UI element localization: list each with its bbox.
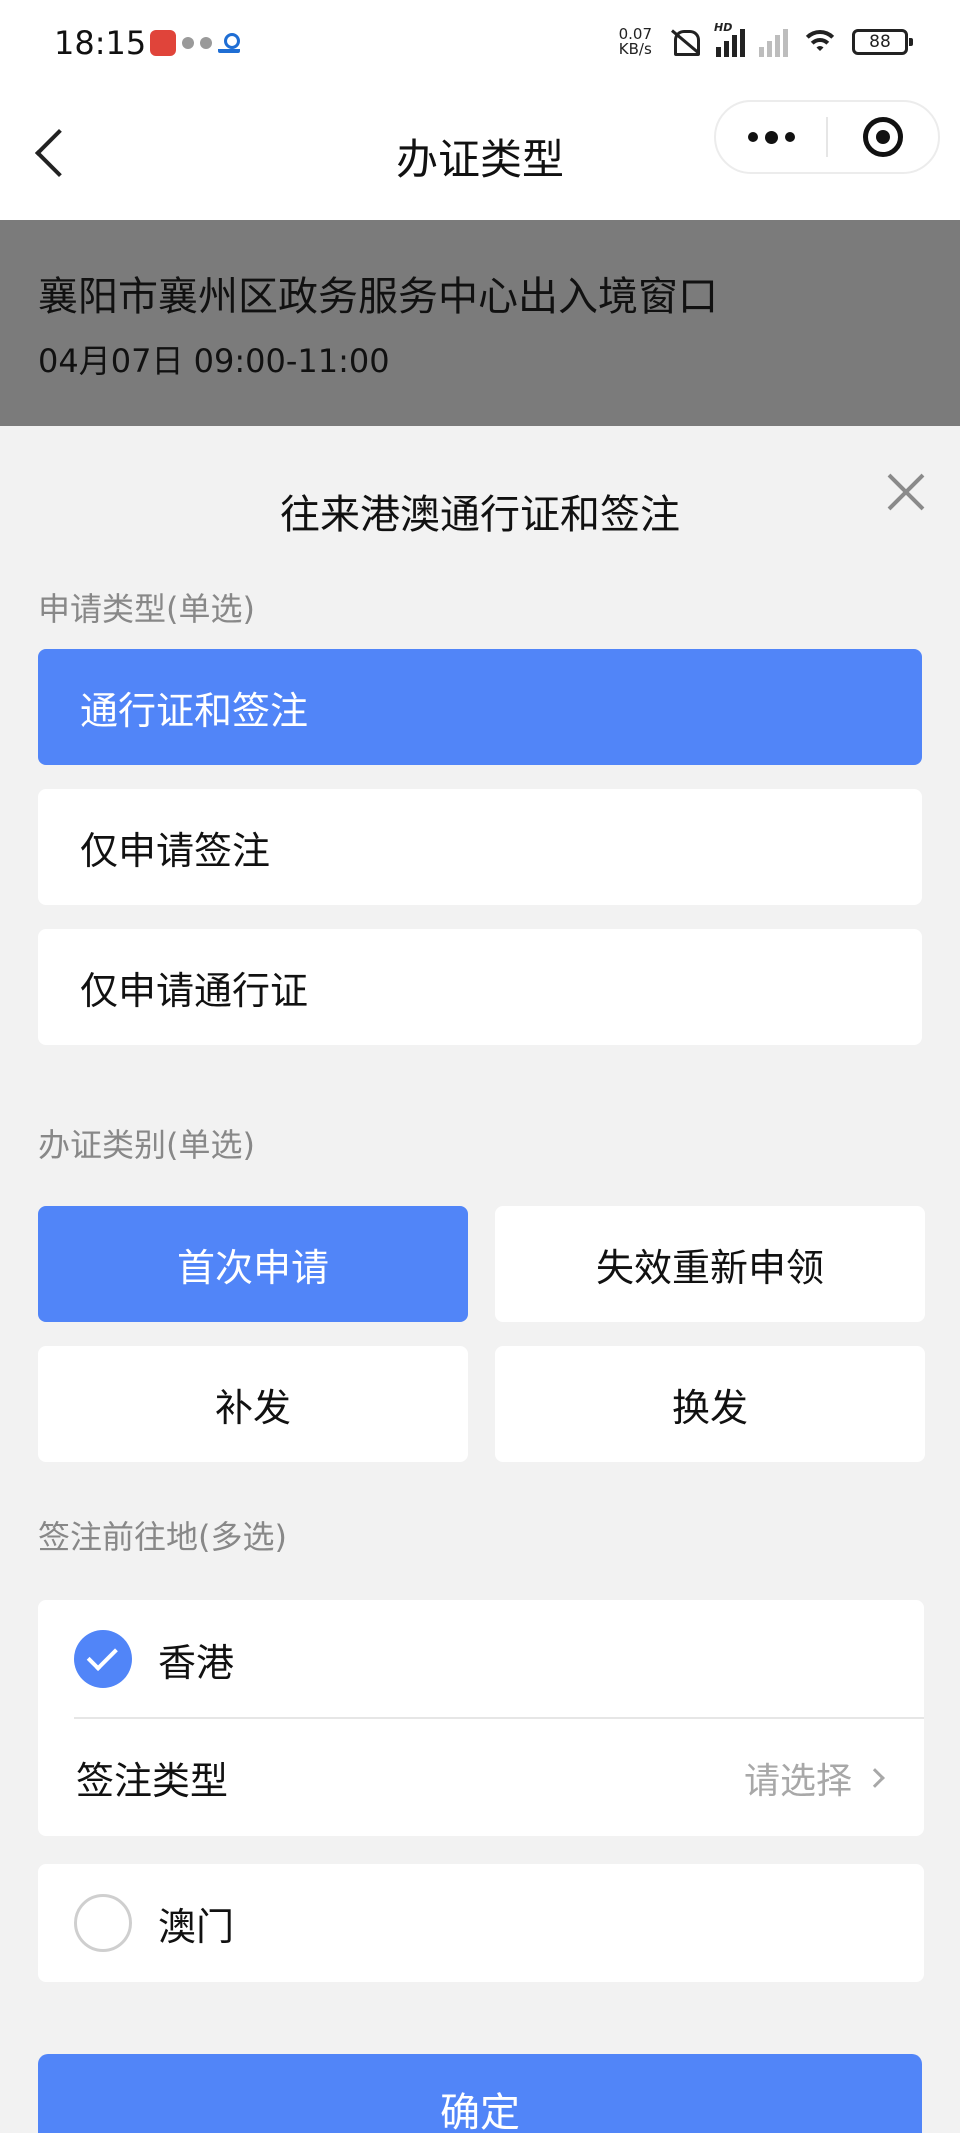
network-speed: 0.07 KB/s	[618, 25, 652, 58]
macau-card: 澳门	[38, 1864, 924, 1982]
office-name: 襄阳市襄州区政务服务中心出入境窗口	[38, 274, 718, 320]
sheet-title: 往来港澳通行证和签注	[280, 492, 680, 538]
status-time: 18:15	[54, 24, 147, 62]
type-selection-sheet: 往来港澳通行证和签注 申请类型(单选) 通行证和签注 仅申请签注 仅申请通行证 …	[0, 426, 960, 2133]
checked-icon[interactable]	[74, 1630, 132, 1688]
hongkong-card: 香港 签注类型 请选择	[38, 1600, 924, 1836]
nav-bar: 办证类型	[0, 88, 960, 220]
more-icon[interactable]	[716, 102, 826, 172]
signal-icon-secondary	[759, 27, 788, 57]
status-indicators: 0.07 KB/s HD 88	[618, 21, 913, 58]
endorse-type-select[interactable]: 签注类型 请选择	[38, 1719, 924, 1836]
close-icon[interactable]	[884, 470, 928, 514]
option-reissue[interactable]: 补发	[38, 1346, 468, 1462]
confirm-button[interactable]: 确定	[38, 2054, 922, 2133]
option-endorsement-only[interactable]: 仅申请签注	[38, 789, 922, 905]
option-reapply-expired[interactable]: 失效重新申领	[495, 1206, 925, 1322]
app-notification-icon	[218, 33, 240, 53]
apply-type-label: 申请类型(单选)	[38, 590, 255, 628]
option-first-application[interactable]: 首次申请	[38, 1206, 468, 1322]
app-notification-icon	[150, 30, 176, 56]
macau-label: 澳门	[158, 1904, 235, 1949]
mute-bell-icon	[666, 26, 702, 58]
option-pass-only[interactable]: 仅申请通行证	[38, 929, 922, 1045]
macau-checkbox-row[interactable]: 澳门	[38, 1864, 924, 1982]
chevron-right-icon	[865, 1767, 885, 1788]
miniprogram-capsule	[714, 100, 940, 174]
hongkong-label: 香港	[158, 1640, 235, 1685]
appointment-header: 襄阳市襄州区政务服务中心出入境窗口 04月07日 09:00-11:00	[0, 220, 960, 426]
endorse-type-label: 签注类型	[76, 1759, 229, 1803]
wifi-icon	[802, 28, 838, 56]
unchecked-icon[interactable]	[74, 1894, 132, 1952]
destination-label: 签注前往地(多选)	[38, 1518, 287, 1556]
dot-icon	[182, 37, 194, 49]
notification-icons	[150, 30, 240, 56]
option-pass-and-endorsement[interactable]: 通行证和签注	[38, 649, 922, 765]
target-close-icon[interactable]	[828, 102, 938, 172]
dot-icon	[200, 37, 212, 49]
signal-icon: HD	[714, 21, 745, 57]
option-renewal[interactable]: 换发	[495, 1346, 925, 1462]
status-bar: 18:15 0.07 KB/s HD 88	[0, 0, 960, 88]
category-label: 办证类别(单选)	[38, 1126, 255, 1164]
time-slot: 04月07日 09:00-11:00	[38, 342, 390, 380]
battery-icon: 88	[852, 29, 913, 55]
hongkong-checkbox-row[interactable]: 香港	[38, 1600, 924, 1718]
endorse-type-placeholder: 请选择	[743, 1760, 852, 1802]
